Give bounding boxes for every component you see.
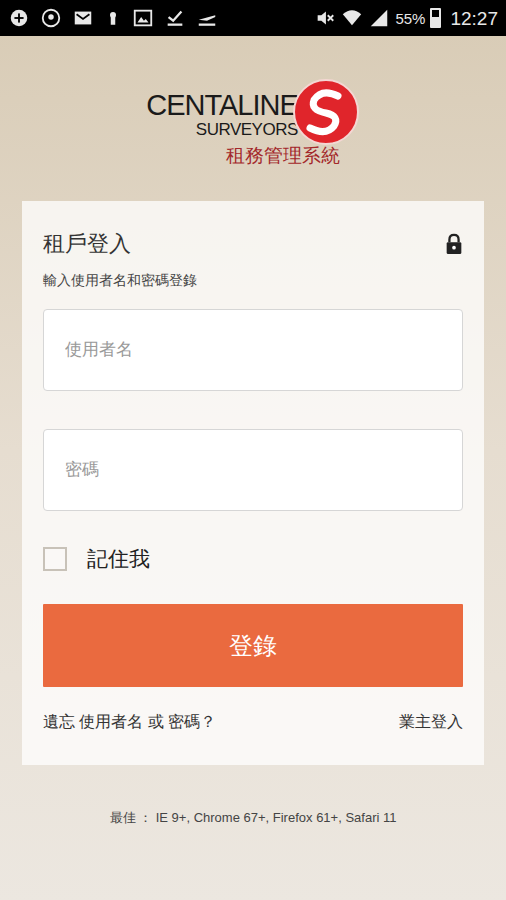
- logo-words: CENTALINESURVEYORS: [146, 90, 298, 140]
- image-icon: [132, 7, 154, 29]
- logo: CENTALINESURVEYORS 租務管理系統: [0, 78, 506, 168]
- forgot-link[interactable]: 遺忘 使用者名 或 密碼？: [43, 711, 216, 733]
- logo-row: CENTALINESURVEYORS: [146, 78, 360, 146]
- add-icon: [8, 7, 30, 29]
- browser-note: 最佳 ： IE 9+, Chrome 67+, Firefox 61+, Saf…: [0, 809, 506, 827]
- remember-me[interactable]: 記住我: [43, 541, 463, 577]
- mail-icon: [72, 7, 94, 29]
- battery-percent: 55%: [395, 11, 425, 26]
- download-done-icon: [164, 7, 186, 29]
- clock: 12:27: [450, 9, 498, 28]
- plane-icon: [196, 7, 218, 29]
- keyhole-icon: [104, 7, 122, 29]
- battery-icon: [430, 8, 441, 28]
- logo-brand: CENTALINE: [146, 90, 298, 120]
- logo-sub: SURVEYORS: [196, 120, 298, 140]
- remember-label[interactable]: 記住我: [87, 545, 150, 573]
- centaline-logo-icon: [292, 78, 360, 146]
- battery-fill: [432, 17, 439, 26]
- password-input[interactable]: [43, 429, 463, 511]
- owner-login-link[interactable]: 業主登入: [399, 711, 463, 733]
- lock-icon: [443, 231, 465, 257]
- login-card: 租戶登入輸入使用者名和密碼登錄記住我登錄遺忘 使用者名 或 密碼？ 業主登入: [22, 201, 484, 765]
- system-name: 租務管理系統: [226, 144, 340, 168]
- card-links: 遺忘 使用者名 或 密碼？ 業主登入: [43, 709, 463, 735]
- login-button[interactable]: 登錄: [43, 604, 463, 687]
- login-subtitle: 輸入使用者名和密碼登錄: [43, 271, 463, 289]
- notification-icons: [8, 7, 218, 29]
- card-header: 租戶登入: [43, 229, 463, 259]
- username-input[interactable]: [43, 309, 463, 391]
- login-title: 租戶登入: [43, 229, 131, 259]
- location-icon: [40, 7, 62, 29]
- remember-checkbox[interactable]: [43, 547, 67, 571]
- mute-icon: [314, 7, 336, 29]
- status-bar: 55% 12:27: [0, 0, 506, 36]
- signal-icon: [368, 7, 390, 29]
- wifi-icon: [341, 7, 363, 29]
- system-icons: 55% 12:27: [314, 7, 498, 29]
